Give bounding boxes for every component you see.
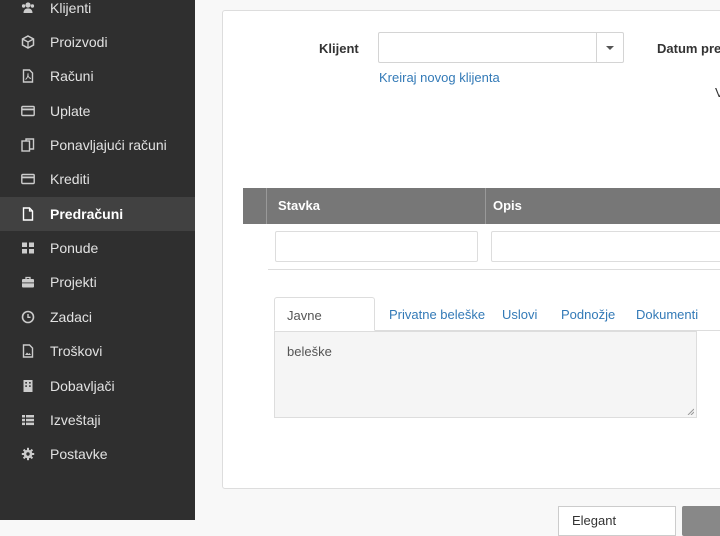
sidebar-item-ponavljajuci-racuni[interactable]: Ponavljajući računi [0, 128, 195, 162]
sidebar-item-troskovi[interactable]: Troškovi [0, 334, 195, 368]
client-select[interactable] [378, 32, 624, 63]
sidebar-item-klijenti[interactable]: Klijenti [0, 0, 195, 25]
tab-footer[interactable]: Podnožje [561, 297, 615, 331]
sidebar-item-ponude[interactable]: Ponude [0, 231, 195, 265]
file-icon [21, 207, 35, 221]
sidebar-item-label: Izveštaji [50, 412, 101, 428]
tab-documents[interactable]: Dokumenti [636, 297, 698, 331]
file-pdf-icon [21, 69, 35, 83]
cube-icon [21, 35, 35, 49]
sidebar-item-label: Ponude [50, 240, 99, 256]
sidebar-item-label: Zadaci [50, 309, 93, 325]
sidebar-item-zadaci[interactable]: Zadaci [0, 300, 195, 334]
column-header-description: Opis [493, 198, 522, 213]
sidebar-item-krediti[interactable]: Krediti [0, 162, 195, 196]
files-icon [21, 138, 35, 152]
sidebar-item-label: Ponavljajući računi [50, 137, 167, 153]
gear-icon [21, 447, 35, 461]
design-select[interactable]: Elegant [558, 506, 676, 536]
resize-grip-icon[interactable] [687, 408, 694, 415]
tab-terms[interactable]: Uslovi [502, 297, 537, 331]
drag-handle-column [243, 188, 267, 224]
sidebar-item-label: Krediti [50, 171, 90, 187]
credit-card-icon [21, 172, 35, 186]
sidebar-item-uplate[interactable]: Uplate [0, 94, 195, 128]
sidebar-item-racuni[interactable]: Računi [0, 59, 195, 93]
sidebar-item-proizvodi[interactable]: Proizvodi [0, 25, 195, 59]
action-button[interactable] [682, 506, 720, 536]
sidebar-item-label: Klijenti [50, 0, 92, 16]
sidebar-item-projekti[interactable]: Projekti [0, 265, 195, 299]
sidebar: Klijenti Proizvodi Računi Uplate Ponavlj… [0, 0, 195, 520]
grid-icon [21, 241, 35, 255]
sidebar-item-label: Računi [50, 68, 94, 84]
briefcase-icon [21, 275, 35, 289]
users-icon [21, 1, 35, 15]
client-label: Klijent [319, 41, 359, 56]
item-input[interactable] [275, 231, 478, 262]
clock-icon [21, 310, 35, 324]
sidebar-item-label: Projekti [50, 274, 97, 290]
sidebar-item-postavke[interactable]: Postavke [0, 437, 195, 471]
create-client-link[interactable]: Kreiraj novog klijenta [379, 70, 500, 85]
sidebar-item-label: Uplate [50, 103, 91, 119]
tab-public-notes[interactable]: Javne beleške [274, 297, 375, 359]
sidebar-item-izvestaji[interactable]: Izveštaji [0, 403, 195, 437]
sidebar-item-label: Postavke [50, 446, 108, 462]
building-icon [21, 379, 35, 393]
sidebar-item-predracuni[interactable]: Predračuni [0, 197, 195, 231]
description-input[interactable] [491, 231, 720, 262]
tab-private-notes[interactable]: Privatne beleške [389, 297, 485, 331]
quote-date-label: Datum pred [657, 41, 720, 56]
sidebar-item-label: Proizvodi [50, 34, 108, 50]
list-icon [21, 413, 35, 427]
row-divider [268, 269, 720, 270]
items-table-header: Stavka Opis [243, 188, 720, 224]
public-notes-textarea[interactable] [274, 331, 697, 418]
chevron-down-icon[interactable] [596, 33, 623, 62]
sidebar-item-label: Dobavljači [50, 378, 115, 394]
sidebar-item-label: Troškovi [50, 343, 103, 359]
column-header-item: Stavka [267, 188, 486, 224]
sidebar-item-dobavljaci[interactable]: Dobavljači [0, 369, 195, 403]
image-file-icon [21, 344, 35, 358]
credit-card-icon [21, 104, 35, 118]
partial-label: V [715, 85, 720, 100]
sidebar-item-label: Predračuni [50, 206, 124, 222]
